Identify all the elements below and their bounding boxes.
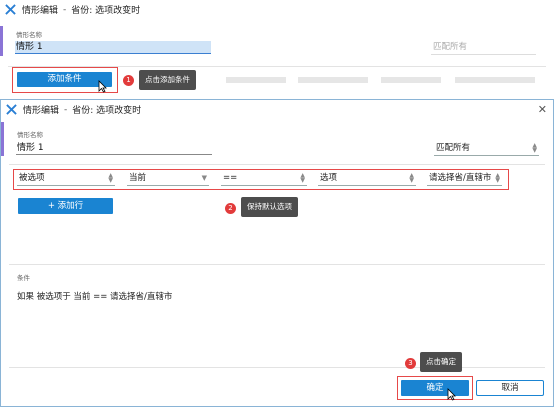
front-divider	[9, 164, 545, 165]
app-logo-icon	[6, 104, 17, 115]
back-app-title: 情形编辑	[22, 6, 59, 16]
front-subtitle: 省份: 选项改变时	[72, 106, 142, 116]
condition-value-type-select[interactable]: 选项 ▲ ▼	[318, 172, 416, 186]
stepper-icon: ▲ ▼	[108, 172, 113, 184]
front-title-bar: 情形编辑 - 省份: 选项改变时 ✕	[1, 100, 553, 119]
condition-field-select[interactable]: 被选项 ▲ ▼	[17, 172, 115, 186]
condition-summary-text: 如果 被选项于 当前 == 请选择省/直辖市	[17, 292, 173, 302]
condition-value-type-value: 选项	[320, 173, 338, 183]
stepper-icon: ▲ ▼	[409, 172, 414, 184]
mouse-cursor-icon	[447, 388, 456, 401]
back-subtitle: 省份: 选项改变时	[71, 6, 141, 16]
annotation-tip-2: 保持默认选项	[241, 197, 298, 217]
back-side-accent	[0, 26, 3, 56]
title-separator: -	[64, 104, 68, 115]
close-icon[interactable]: ✕	[538, 103, 547, 116]
mouse-cursor-icon	[98, 80, 107, 93]
footer-divider	[9, 367, 545, 368]
condition-value-select[interactable]: 请选择省/直辖市 ▲ ▼	[427, 172, 502, 186]
back-scenario-label: 情形名称	[16, 31, 42, 39]
back-title-bar: 情形编辑 - 省份: 选项改变时	[0, 0, 554, 19]
title-separator: -	[63, 4, 67, 15]
condition-scope-value: 当前	[129, 173, 147, 183]
stepper-icon: ▲ ▼	[532, 142, 537, 154]
placeholder-bar	[381, 77, 441, 83]
back-dialog: 情形编辑 - 省份: 选项改变时 情形名称 情形 1 匹配所有 添加条件 1 点…	[0, 0, 554, 100]
annotation-badge-2: 2	[225, 203, 236, 214]
front-app-title: 情形编辑	[23, 106, 60, 116]
confirm-button[interactable]: 确定	[401, 380, 469, 396]
cancel-button[interactable]: 取消	[476, 380, 544, 396]
annotation-badge-3: 3	[405, 358, 416, 369]
stepper-icon: ▲ ▼	[495, 172, 500, 184]
front-dialog: 情形编辑 - 省份: 选项改变时 ✕ 情形名称 情形 1 匹配所有 ▲ ▼ 被选项…	[0, 99, 554, 407]
condition-field-value: 被选项	[19, 173, 45, 183]
chevron-down-icon: ▼	[201, 174, 207, 182]
annotation-tip-1: 点击添加条件	[139, 70, 196, 90]
back-scenario-input[interactable]: 情形 1	[15, 41, 211, 54]
placeholder-bar	[298, 77, 368, 83]
annotation-badge-1: 1	[123, 75, 134, 86]
front-scenario-input[interactable]: 情形 1	[16, 142, 212, 155]
conditions-divider	[9, 264, 545, 265]
condition-value-value: 请选择省/直辖市	[429, 173, 492, 183]
conditions-label: 条件	[17, 274, 30, 282]
annotation-tip-3: 点击确定	[420, 352, 462, 372]
stepper-icon: ▲ ▼	[300, 172, 305, 184]
front-scenario-label: 情形名称	[17, 131, 43, 139]
add-row-button[interactable]: + 添加行	[18, 198, 113, 214]
condition-operator-select[interactable]: == ▲ ▼	[221, 172, 307, 186]
front-match-value: 匹配所有	[436, 143, 471, 153]
placeholder-bar	[226, 77, 286, 83]
front-side-accent	[1, 122, 4, 156]
placeholder-bar	[455, 77, 535, 83]
condition-scope-select[interactable]: 当前 ▼	[127, 172, 209, 186]
back-match-select[interactable]: 匹配所有	[431, 41, 536, 55]
app-logo-icon	[5, 4, 16, 15]
front-match-select[interactable]: 匹配所有 ▲ ▼	[434, 142, 539, 156]
condition-operator-value: ==	[223, 173, 238, 183]
